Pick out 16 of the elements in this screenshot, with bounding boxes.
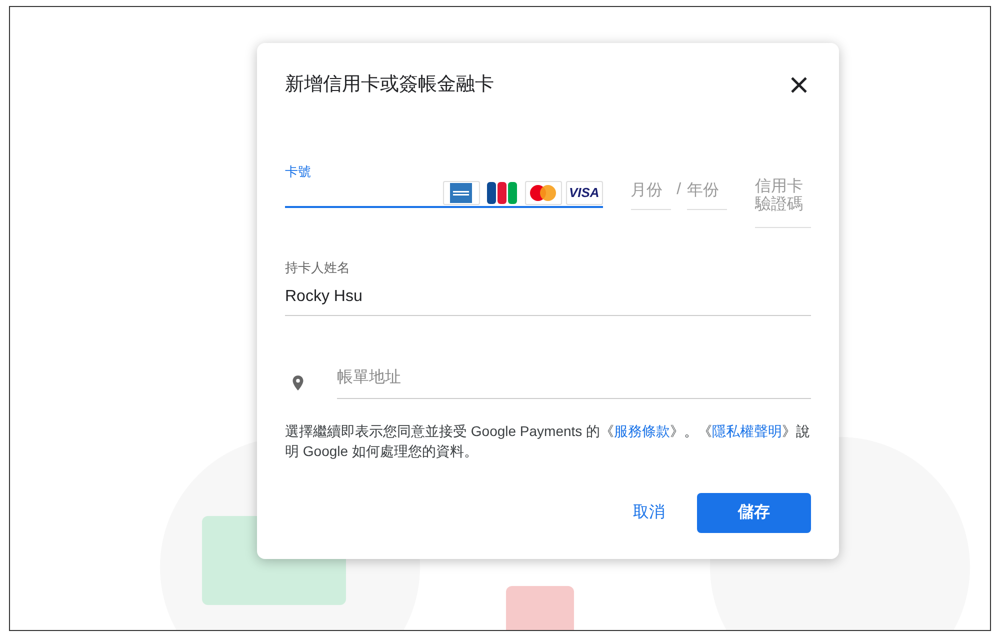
cardholder-field[interactable]: 持卡人姓名 Rocky Hsu [285, 258, 811, 316]
cancel-button[interactable]: 取消 [625, 493, 673, 533]
month-field[interactable]: 月份 [630, 178, 671, 210]
terms-text: 選擇繼續即表示您同意並接受 Google Payments 的《服務條款》。《隱私權聲明》說明 Google 如何處理您的資料。 [285, 422, 811, 461]
terms-link[interactable]: 隱私權聲明 [712, 423, 782, 439]
save-button[interactable]: 儲存 [697, 493, 811, 533]
dialog-title: 新增信用卡或簽帳金融卡 [285, 73, 494, 97]
amex-logo-icon [442, 181, 480, 205]
year-field[interactable]: 年份 [687, 178, 728, 210]
card-number-field[interactable]: 卡號 VISA [285, 162, 603, 208]
terms-link[interactable]: 服務條款 [614, 423, 670, 439]
billing-address-field[interactable]: 帳單地址 [337, 366, 811, 399]
date-separator: / [676, 180, 682, 200]
mastercard-logo-icon [524, 181, 562, 205]
visa-logo: VISA [566, 181, 603, 205]
cvc-field[interactable]: 信用卡驗證碼 [755, 178, 811, 228]
